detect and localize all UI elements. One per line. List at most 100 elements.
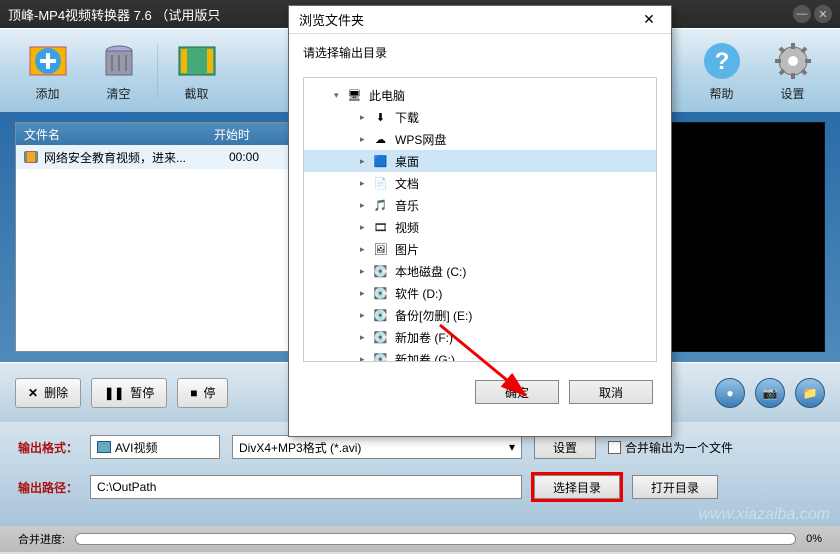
avi-icon	[97, 441, 111, 453]
tree-item[interactable]: 🎵音乐	[304, 194, 656, 216]
svg-text:?: ?	[714, 48, 729, 75]
delete-button[interactable]: ✕删除	[15, 378, 81, 408]
pause-button[interactable]: ❚❚暂停	[91, 378, 167, 408]
folder-icon: 🟦	[372, 154, 389, 168]
watermark: www.xiazaiba.com	[698, 506, 830, 524]
tree-item[interactable]: 🖥 此电脑	[304, 84, 656, 106]
format-settings-button[interactable]: 设置	[534, 435, 596, 459]
folder-icon: ☁	[372, 132, 389, 146]
open-dir-button[interactable]: 打开目录	[632, 475, 718, 499]
path-label: 输出路径：	[18, 479, 78, 496]
file-start: 00:00	[229, 150, 259, 164]
dialog-title: 浏览文件夹	[299, 10, 364, 29]
stop-button[interactable]: ■停	[177, 378, 228, 408]
tree-label: 下载	[395, 109, 419, 126]
folder-icon: 💽	[372, 264, 389, 278]
ok-button[interactable]: 确定	[475, 380, 559, 404]
folder-icon: 💽	[372, 330, 389, 344]
tree-label: 新加卷 (G:)	[395, 351, 455, 363]
settings-button[interactable]: 设置	[760, 39, 825, 102]
close-icon[interactable]: ✕	[814, 5, 832, 23]
tree-label: 此电脑	[369, 87, 405, 104]
help-icon: ?	[700, 39, 744, 83]
capture-button[interactable]: 截取	[164, 39, 229, 102]
tree-item[interactable]: ☁ WPS网盘	[304, 128, 656, 150]
tree-item[interactable]: 🟦 桌面	[304, 150, 656, 172]
window-title: 顶峰-MP4视频转换器 7.6 （试用版只	[8, 5, 220, 24]
expand-icon[interactable]	[360, 354, 372, 363]
format-label: 输出格式：	[18, 439, 78, 456]
dialog-subtitle: 请选择输出目录	[289, 34, 671, 71]
tree-label: 备份[勿删] (E:)	[395, 307, 472, 324]
folder-icon: 🖥	[346, 88, 363, 102]
tree-label: 文档	[395, 175, 419, 192]
codec-select[interactable]: DivX4+MP3格式 (*.avi)▾	[232, 435, 522, 459]
browse-folder-dialog: 浏览文件夹 ✕ 请选择输出目录 🖥 此电脑 ⬇下载 ☁ WPS网盘 🟦 桌面 📄 文档 🎵音乐 🎞 视…	[288, 5, 672, 437]
tree-label: 图片	[395, 241, 419, 258]
gear-icon	[771, 39, 815, 83]
tree-label: 本地磁盘 (C:)	[395, 263, 466, 280]
tree-item[interactable]: 📄 文档	[304, 172, 656, 194]
file-icon	[24, 151, 38, 163]
expand-icon[interactable]	[360, 332, 372, 343]
expand-icon[interactable]	[360, 310, 372, 321]
progress-bar-area: 合并进度: 0%	[0, 526, 840, 552]
path-input[interactable]: C:\OutPath	[90, 475, 522, 499]
folder-icon: 💽	[372, 286, 389, 300]
tree-label: WPS网盘	[395, 131, 446, 148]
tree-item[interactable]: 💽 新加卷 (G:)	[304, 348, 656, 362]
toolbar-separator	[157, 43, 158, 98]
folder-icon: 💽	[372, 352, 389, 362]
progress-bar	[75, 533, 796, 545]
tree-item[interactable]: ⬇下载	[304, 106, 656, 128]
tree-item[interactable]: 💽 软件 (D:)	[304, 282, 656, 304]
minimize-icon[interactable]: —	[793, 5, 811, 23]
expand-icon[interactable]	[360, 288, 372, 299]
tree-item[interactable]: 🎞 视频	[304, 216, 656, 238]
progress-percent: 0%	[806, 533, 822, 545]
col-start: 开始时	[214, 126, 250, 143]
progress-label: 合并进度:	[18, 531, 65, 547]
expand-icon[interactable]	[360, 266, 372, 277]
expand-icon[interactable]	[360, 222, 372, 233]
folder-icon: 💽	[372, 308, 389, 322]
tree-label: 音乐	[395, 197, 419, 214]
cancel-button[interactable]: 取消	[569, 380, 653, 404]
expand-icon[interactable]	[360, 134, 372, 145]
preview-box	[653, 122, 825, 352]
folder-icon: 📄	[372, 176, 389, 190]
merge-checkbox[interactable]: 合并输出为一个文件	[608, 439, 733, 456]
folder-icon: 🎞	[372, 220, 389, 234]
col-filename: 文件名	[24, 126, 214, 143]
tree-label: 新加卷 (F:)	[395, 329, 453, 346]
expand-icon[interactable]	[334, 90, 346, 101]
tree-item[interactable]: 💽 本地磁盘 (C:)	[304, 260, 656, 282]
clear-button[interactable]: 清空	[86, 39, 151, 102]
clear-icon	[97, 39, 141, 83]
tree-label: 视频	[395, 219, 419, 236]
help-button[interactable]: ? 帮助	[689, 39, 754, 102]
folder-button[interactable]: 📁	[795, 378, 825, 408]
format-select[interactable]: AVI视频	[90, 435, 220, 459]
expand-icon[interactable]	[360, 200, 372, 211]
tree-item[interactable]: 💽 备份[勿删] (E:)	[304, 304, 656, 326]
capture-icon	[175, 39, 219, 83]
expand-icon[interactable]	[360, 112, 372, 123]
folder-tree[interactable]: 🖥 此电脑 ⬇下载 ☁ WPS网盘 🟦 桌面 📄 文档 🎵音乐 🎞 视频 🖼 图片 💽 本地磁盘 (C:) 💽 软…	[303, 77, 657, 362]
tree-item[interactable]: 💽 新加卷 (F:)	[304, 326, 656, 348]
expand-icon[interactable]	[360, 244, 372, 255]
folder-icon: 🖼	[372, 242, 389, 256]
expand-icon[interactable]	[360, 156, 372, 167]
record-button[interactable]: ●	[715, 378, 745, 408]
preview-panel	[653, 122, 825, 352]
choose-dir-button[interactable]: 选择目录	[534, 475, 620, 499]
tree-label: 软件 (D:)	[395, 285, 442, 302]
add-icon	[26, 39, 70, 83]
expand-icon[interactable]	[360, 178, 372, 189]
add-button[interactable]: 添加	[15, 39, 80, 102]
file-name: 网络安全教育视频，进来...	[44, 149, 229, 166]
dialog-close-icon[interactable]: ✕	[637, 11, 661, 28]
snapshot-button[interactable]: 📷	[755, 378, 785, 408]
tree-item[interactable]: 🖼 图片	[304, 238, 656, 260]
tree-label: 桌面	[395, 153, 419, 170]
